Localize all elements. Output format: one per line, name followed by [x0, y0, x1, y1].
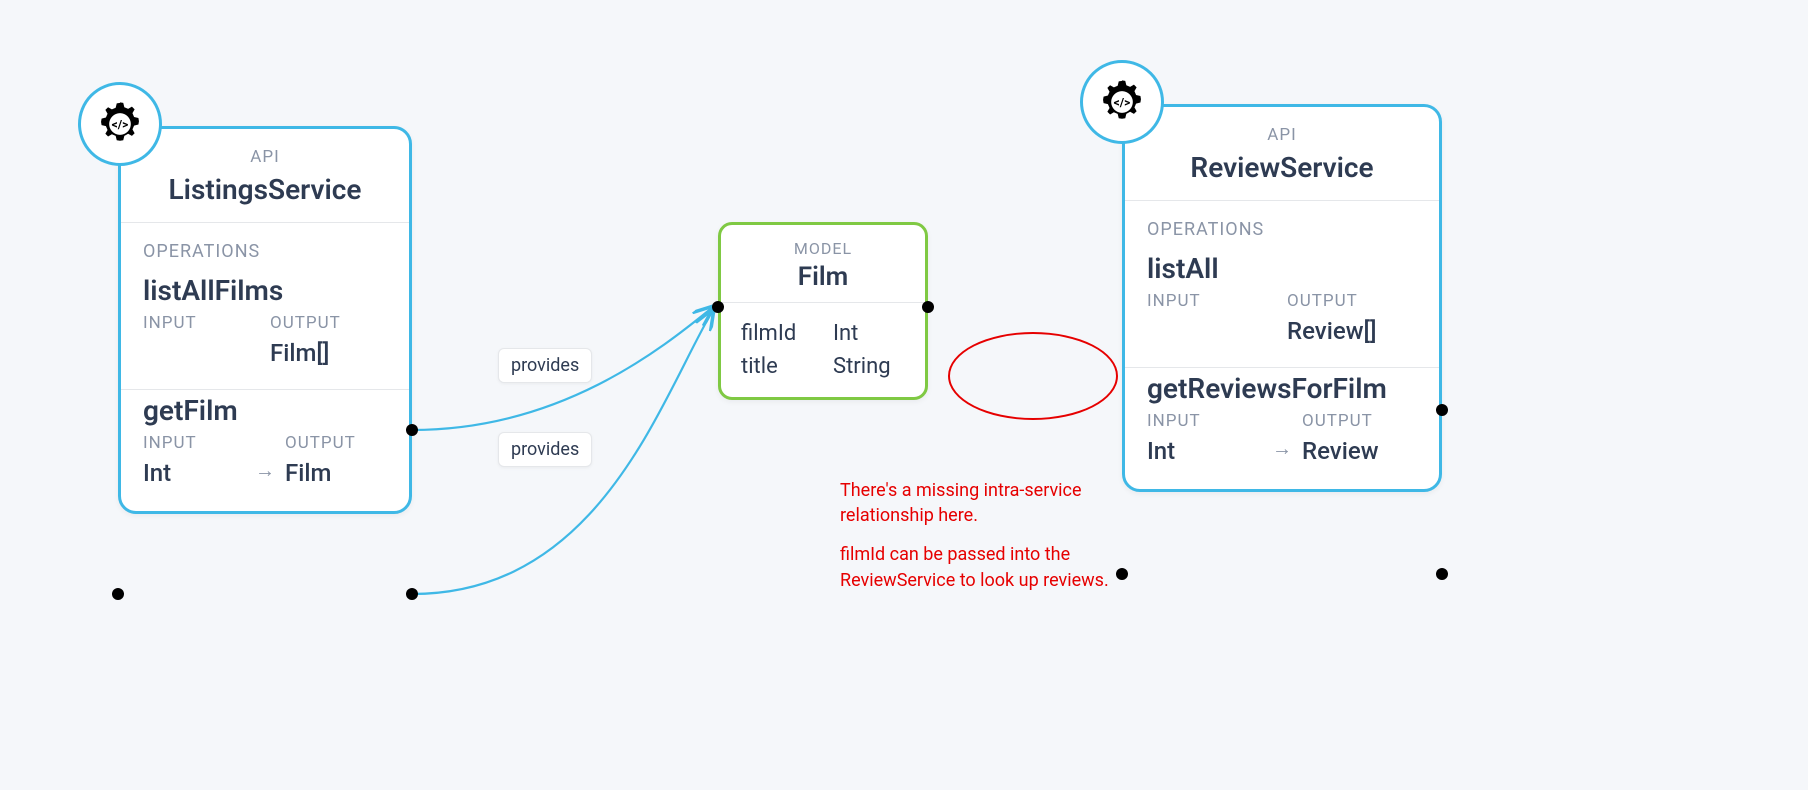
model-field: filmId Int	[741, 317, 905, 350]
input-value: Int	[1147, 437, 1262, 465]
output-value: Review[]	[1287, 317, 1417, 345]
operations-label: OPERATIONS	[1125, 201, 1439, 248]
api-card-listings[interactable]: API ListingsService OPERATIONS listAllFi…	[118, 126, 412, 514]
output-value: Review	[1302, 437, 1417, 465]
diagram-canvas[interactable]: </> API ListingsService OPERATIONS listA…	[0, 0, 1808, 790]
gear-icon: </>	[1080, 60, 1164, 144]
input-value: Int	[143, 459, 245, 487]
field-name: title	[741, 354, 813, 379]
input-label: INPUT	[143, 433, 245, 453]
port-output-review[interactable]	[1436, 568, 1448, 580]
port-model-left[interactable]	[712, 301, 724, 313]
annotation-ellipse	[948, 332, 1118, 420]
field-type: String	[833, 354, 891, 379]
model-fields: filmId Int title String	[721, 303, 925, 397]
arrow-icon: →	[255, 458, 275, 487]
output-label: OUTPUT	[1287, 291, 1417, 311]
model-field: title String	[741, 350, 905, 383]
annotation-line: filmId can be passed into the ReviewServ…	[840, 542, 1120, 592]
operation-name: getFilm	[121, 390, 409, 433]
arrow-icon: →	[1272, 436, 1292, 465]
port-output-review-array[interactable]	[1436, 404, 1448, 416]
output-value: Film	[285, 459, 387, 487]
gear-icon: </>	[78, 82, 162, 166]
input-label: INPUT	[1147, 411, 1262, 431]
api-title: ListingsService	[143, 173, 387, 206]
operation-get-reviews-for-film[interactable]: getReviewsForFilm INPUT Int → OUTPUT Rev…	[1125, 368, 1439, 489]
field-type: Int	[833, 321, 858, 346]
operation-name: getReviewsForFilm	[1125, 368, 1439, 411]
port-model-right[interactable]	[922, 301, 934, 313]
output-label: OUTPUT	[270, 313, 387, 333]
edge-label-provides: provides	[498, 348, 592, 383]
model-kind-label: MODEL	[741, 239, 905, 258]
svg-text:</>: </>	[112, 117, 129, 131]
svg-text:</>: </>	[1114, 95, 1131, 109]
annotation-text: There's a missing intra-service relation…	[840, 478, 1120, 593]
output-label: OUTPUT	[285, 433, 387, 453]
api-title: ReviewService	[1147, 151, 1417, 184]
model-card-film[interactable]: MODEL Film filmId Int title String	[718, 222, 928, 400]
input-label: INPUT	[143, 313, 260, 333]
port-output-film-array[interactable]	[406, 424, 418, 436]
operation-name: listAllFilms	[121, 270, 409, 313]
port-input-int[interactable]	[1116, 568, 1128, 580]
api-header: API ReviewService	[1125, 107, 1439, 201]
annotation-line: There's a missing intra-service relation…	[840, 478, 1120, 528]
api-kind-label: API	[143, 147, 387, 167]
operations-label: OPERATIONS	[121, 223, 409, 270]
output-label: OUTPUT	[1302, 411, 1417, 431]
field-name: filmId	[741, 321, 813, 346]
port-output-film[interactable]	[406, 588, 418, 600]
model-title: Film	[741, 262, 905, 292]
gear-code-icon: </>	[1096, 76, 1148, 128]
edge-label-provides: provides	[498, 432, 592, 467]
operation-list-all[interactable]: listAll INPUT OUTPUT Review[]	[1125, 248, 1439, 368]
model-header: MODEL Film	[721, 225, 925, 303]
api-header: API ListingsService	[121, 129, 409, 223]
operation-list-all-films[interactable]: listAllFilms INPUT OUTPUT Film[]	[121, 270, 409, 390]
api-kind-label: API	[1147, 125, 1417, 145]
output-value: Film[]	[270, 339, 387, 367]
port-input-int[interactable]	[112, 588, 124, 600]
gear-code-icon: </>	[94, 98, 146, 150]
input-label: INPUT	[1147, 291, 1277, 311]
api-card-review[interactable]: API ReviewService OPERATIONS listAll INP…	[1122, 104, 1442, 492]
operation-get-film[interactable]: getFilm INPUT Int → OUTPUT Film	[121, 390, 409, 511]
operation-name: listAll	[1125, 248, 1439, 291]
